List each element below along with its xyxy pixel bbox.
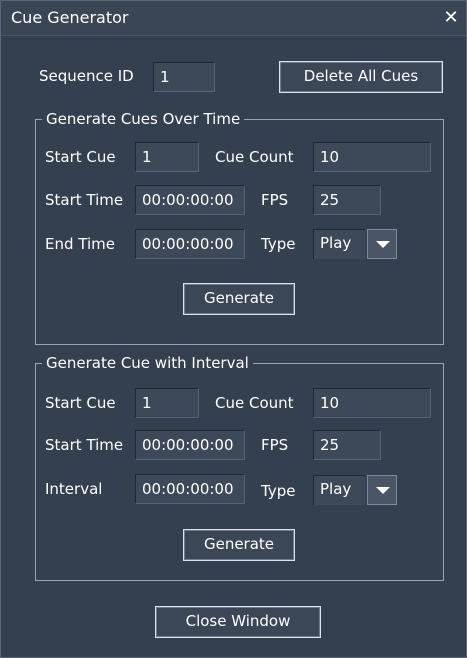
- type-select-value: Play: [313, 475, 365, 505]
- type-label: Type: [261, 235, 296, 253]
- interval-input[interactable]: [135, 474, 245, 504]
- cue-count-label: Cue Count: [215, 394, 294, 412]
- generate-over-time-button[interactable]: Generate: [183, 283, 295, 315]
- generate-interval-button[interactable]: Generate: [183, 529, 295, 561]
- start-time-input[interactable]: [135, 430, 245, 460]
- cue-count-label: Cue Count: [215, 148, 294, 166]
- fps-label: FPS: [261, 436, 289, 454]
- chevron-down-icon[interactable]: [367, 229, 397, 259]
- start-cue-input[interactable]: [135, 142, 199, 172]
- end-time-input[interactable]: [135, 229, 245, 259]
- close-icon[interactable]: ✕: [442, 9, 460, 27]
- group-title-over-time: Generate Cues Over Time: [42, 110, 245, 128]
- sequence-id-input[interactable]: [153, 62, 215, 92]
- start-time-input[interactable]: [135, 185, 245, 215]
- cue-count-input[interactable]: [313, 142, 431, 172]
- chevron-down-icon[interactable]: [367, 475, 397, 505]
- start-time-label: Start Time: [45, 191, 124, 209]
- end-time-label: End Time: [45, 235, 115, 253]
- sequence-id-label: Sequence ID: [39, 67, 134, 85]
- group-title-interval: Generate Cue with Interval: [42, 354, 253, 372]
- start-cue-label: Start Cue: [45, 148, 116, 166]
- start-cue-input[interactable]: [135, 388, 199, 418]
- type-select[interactable]: Play: [313, 229, 399, 259]
- close-window-button[interactable]: Close Window: [155, 606, 321, 638]
- fps-input[interactable]: [313, 185, 381, 215]
- fps-input[interactable]: [313, 430, 381, 460]
- fps-label: FPS: [261, 191, 289, 209]
- delete-all-cues-button[interactable]: Delete All Cues: [279, 61, 443, 93]
- cue-count-input[interactable]: [313, 388, 431, 418]
- type-select[interactable]: Play: [313, 475, 399, 505]
- cue-generator-window: Cue Generator ✕ Sequence ID Delete All C…: [0, 0, 467, 658]
- interval-label: Interval: [45, 480, 103, 498]
- type-label: Type: [261, 482, 296, 500]
- start-cue-label: Start Cue: [45, 394, 116, 412]
- type-select-value: Play: [313, 229, 365, 259]
- title-bar[interactable]: Cue Generator ✕: [1, 1, 466, 36]
- window-title: Cue Generator: [11, 8, 129, 27]
- start-time-label: Start Time: [45, 436, 124, 454]
